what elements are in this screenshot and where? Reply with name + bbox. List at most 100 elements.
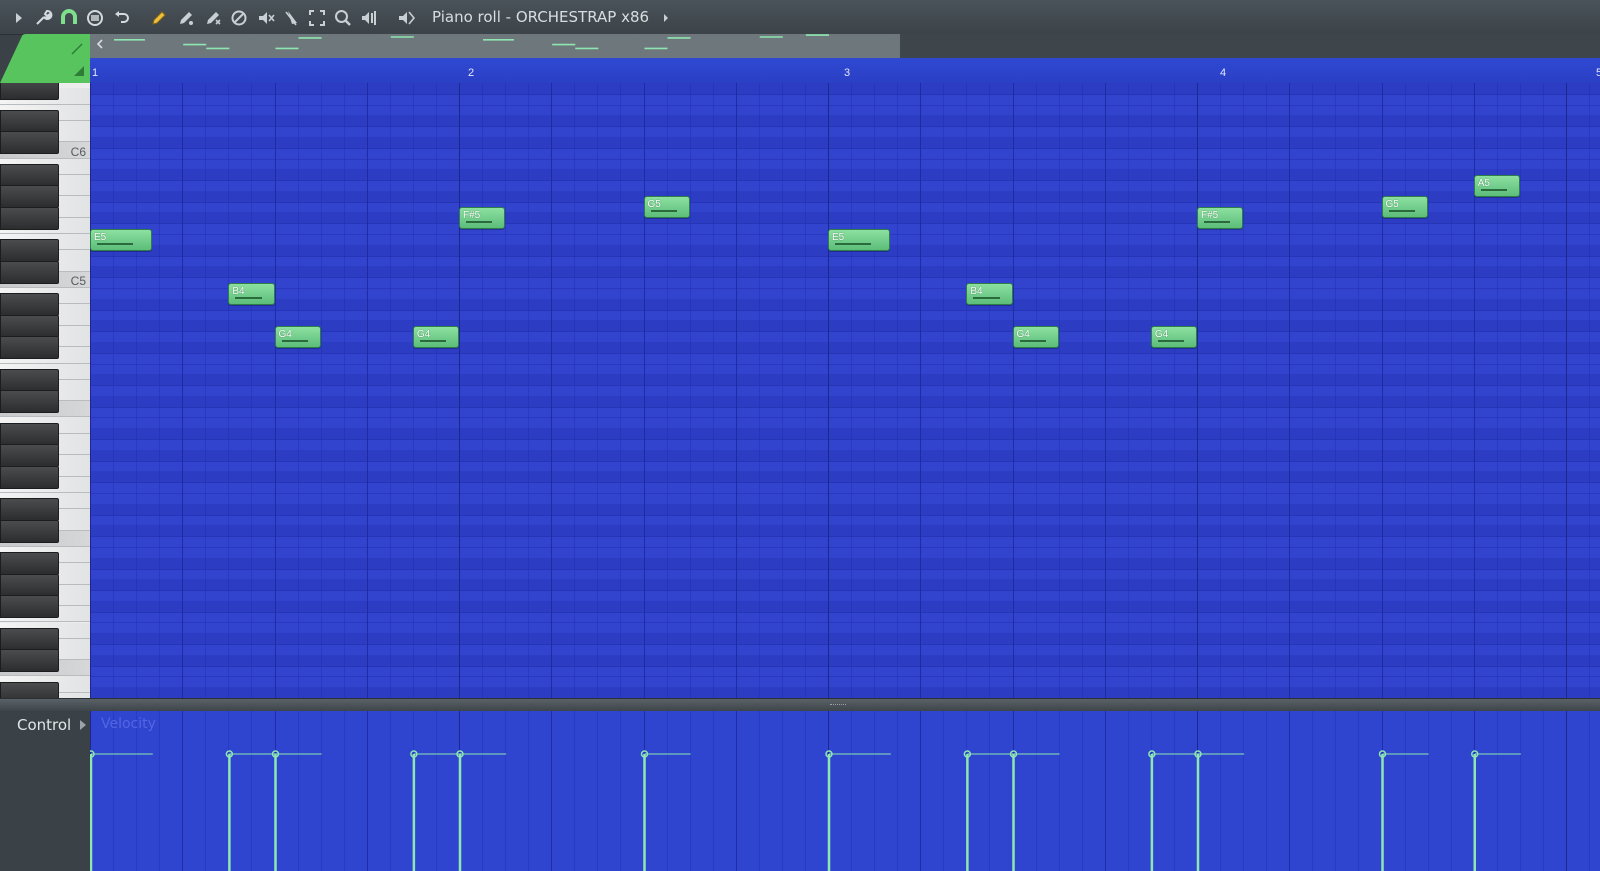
piano-key-black[interactable] <box>0 239 59 263</box>
bar-line <box>828 83 829 698</box>
step-line <box>1381 83 1383 698</box>
control-label[interactable]: Control <box>17 716 71 734</box>
step-line <box>1104 83 1106 698</box>
bar-number: 1 <box>92 67 99 79</box>
note-label: B4 <box>970 285 983 297</box>
piano-key-black[interactable] <box>0 444 59 468</box>
note[interactable]: E5 <box>828 228 890 251</box>
piano-key-black[interactable] <box>0 336 59 360</box>
note[interactable]: G4 <box>1150 325 1197 348</box>
piano-key-black[interactable] <box>0 293 59 317</box>
piano-key-black[interactable] <box>0 627 59 651</box>
mute-tool-icon[interactable] <box>229 8 249 28</box>
step-line <box>320 83 322 698</box>
play-menu-arrow-icon[interactable] <box>9 8 29 28</box>
note-velocity-tail <box>235 296 262 299</box>
piano-key-black[interactable] <box>0 260 59 284</box>
piano-key-black[interactable] <box>0 163 59 187</box>
bar-number: 5 <box>1596 67 1600 79</box>
wrench-icon[interactable] <box>33 8 53 28</box>
speaker-icon[interactable] <box>396 8 416 28</box>
step-line <box>666 83 668 698</box>
panel-divider[interactable] <box>0 698 1600 712</box>
note[interactable]: G4 <box>412 325 459 348</box>
note-grid[interactable]: E5 B4 G4 G4 F#5 G5 E5 B4 G4 G4 F#5 G5 A5 <box>90 83 1600 698</box>
grid-row <box>90 687 1600 698</box>
step-line <box>574 83 576 698</box>
window-title[interactable]: Piano roll - ORCHESTRAP x86 <box>432 7 649 27</box>
velocity-editor[interactable]: Velocity <box>90 711 1600 871</box>
note[interactable]: G5 <box>643 196 690 219</box>
piano-key-black[interactable] <box>0 131 59 155</box>
step-line <box>851 83 853 698</box>
piano-key-black[interactable] <box>0 649 59 673</box>
title-arrow-icon[interactable] <box>656 8 676 28</box>
piano-key-black[interactable] <box>0 498 59 522</box>
step-line <box>689 83 691 698</box>
step-line <box>228 83 230 698</box>
overview-scrollbar[interactable] <box>90 34 900 58</box>
note[interactable]: F#5 <box>1197 206 1244 229</box>
piano-key-black[interactable] <box>0 681 59 698</box>
divider-grip[interactable] <box>830 704 846 707</box>
delete-tool-icon[interactable] <box>203 8 223 28</box>
note[interactable]: G4 <box>274 325 321 348</box>
piano-key-black[interactable] <box>0 390 59 414</box>
note-velocity-tail <box>1157 339 1185 342</box>
piano-key-black[interactable] <box>0 519 59 543</box>
note[interactable]: A5 <box>1473 174 1520 197</box>
note[interactable]: F#5 <box>459 206 506 229</box>
mute-speaker-icon[interactable] <box>256 8 276 28</box>
bar-ruler[interactable]: 1 2 3 4 5 <box>90 58 1600 84</box>
magnet-snap-icon[interactable] <box>59 8 79 28</box>
step-line <box>1427 83 1429 698</box>
paint-brush-icon[interactable] <box>176 8 196 28</box>
step-line <box>343 83 345 698</box>
note[interactable]: G4 <box>1012 325 1059 348</box>
piano-key-black[interactable] <box>0 573 59 597</box>
zoom-tool-icon[interactable] <box>333 8 353 28</box>
note-label: B4 <box>232 285 245 297</box>
piano-key-black[interactable] <box>0 368 59 392</box>
step-line <box>943 83 945 698</box>
overview-corner-tab[interactable] <box>0 34 90 83</box>
slice-tool-icon[interactable] <box>282 8 302 28</box>
note[interactable]: E5 <box>90 228 152 251</box>
select-tool-icon[interactable] <box>307 8 327 28</box>
overview-note-preview <box>114 34 829 50</box>
step-line <box>1312 83 1314 698</box>
bar-number: 2 <box>468 67 475 79</box>
piano-key-black[interactable] <box>0 83 59 101</box>
note[interactable]: B4 <box>228 282 275 305</box>
note-velocity-tail <box>1019 339 1046 342</box>
key-label-c6: C6 <box>70 144 86 159</box>
piano-key-black[interactable] <box>0 465 59 489</box>
piano-key-black[interactable] <box>0 206 59 230</box>
note-velocity-tail <box>466 220 493 223</box>
step-line <box>1150 83 1152 698</box>
piano-key-black[interactable] <box>0 422 59 446</box>
note-label: E5 <box>94 231 107 243</box>
piano-key-black[interactable] <box>0 314 59 338</box>
step-line <box>251 83 253 698</box>
step-line <box>528 83 530 698</box>
piano-key-black[interactable] <box>0 595 59 619</box>
step-line <box>1243 83 1245 698</box>
stamp-icon[interactable] <box>85 8 105 28</box>
control-panel-header: Control <box>0 711 90 871</box>
step-line <box>874 83 876 698</box>
note-velocity-tail <box>650 210 677 213</box>
undo-icon[interactable] <box>112 8 132 28</box>
playback-tool-icon[interactable] <box>359 8 379 28</box>
piano-keyboard[interactable]: C6 C5 <box>0 83 90 698</box>
note[interactable]: G5 <box>1381 196 1428 219</box>
velocity-bars[interactable] <box>90 711 1600 871</box>
pencil-icon[interactable] <box>149 8 169 28</box>
note[interactable]: B4 <box>966 282 1013 305</box>
control-menu-arrow-icon[interactable] <box>80 720 86 730</box>
piano-key-black[interactable] <box>0 552 59 576</box>
step-line <box>1266 83 1268 698</box>
note-label: G4 <box>278 328 292 340</box>
piano-key-black[interactable] <box>0 185 59 209</box>
piano-key-black[interactable] <box>0 109 59 133</box>
